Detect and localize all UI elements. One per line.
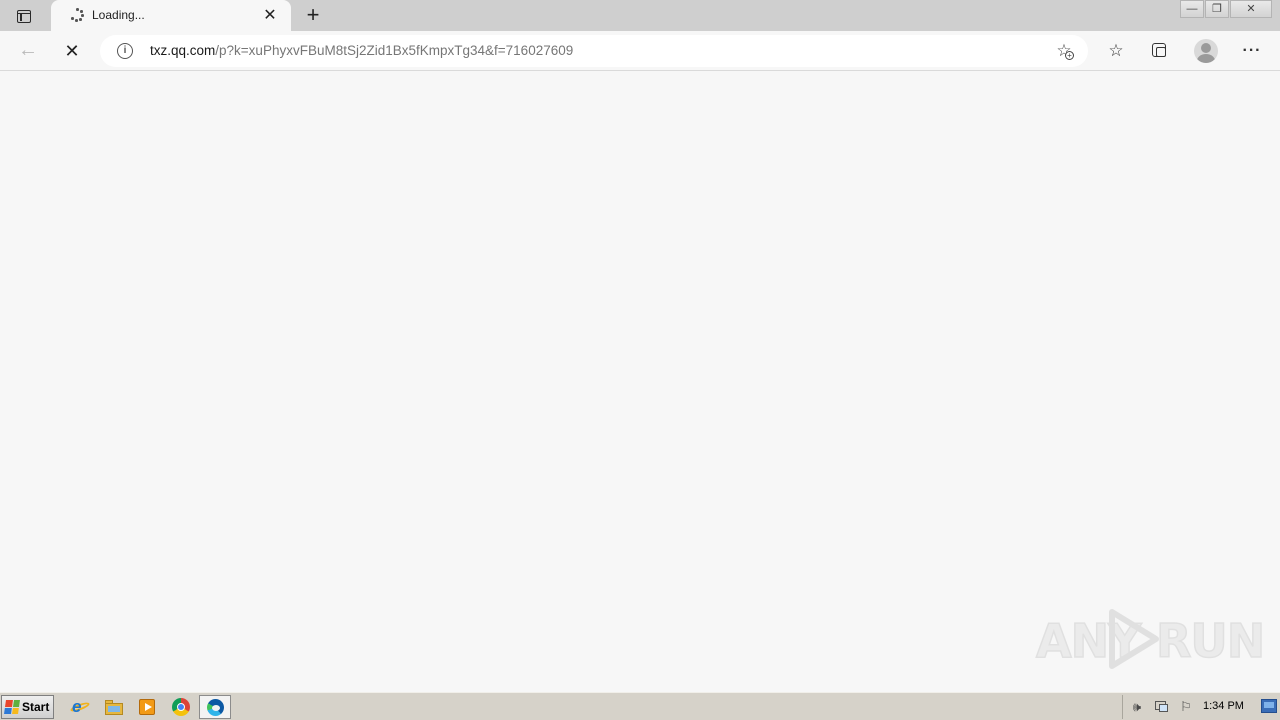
url-path: /p?k=xuPhyxvFBuM8tSj2Zid1Bx5fKmpxTg34&f=… — [215, 43, 574, 58]
site-info-icon[interactable]: i — [117, 43, 133, 59]
network-icon[interactable] — [1153, 700, 1169, 714]
taskbar: Start e 🕪 ⚐ 1:34 PM — [0, 692, 1280, 720]
internet-explorer-icon[interactable]: e — [69, 697, 91, 717]
avatar-body-icon — [1197, 54, 1215, 63]
show-desktop-icon[interactable] — [1261, 699, 1277, 713]
tab-strip: Loading... ✕ + — ❐ ✕ — [0, 0, 1280, 32]
settings-more-button[interactable]: ··· — [1241, 40, 1263, 62]
tab-close-button[interactable]: ✕ — [261, 7, 279, 25]
volume-icon[interactable]: 🕪 — [1129, 700, 1145, 714]
tab-actions-button[interactable] — [9, 6, 39, 26]
active-tab[interactable]: Loading... ✕ — [51, 0, 291, 32]
browser-toolbar: ← ✕ i txz.qq.com/p?k=xuPhyxvFBuM8tSj2Zid… — [0, 31, 1280, 71]
favorites-button[interactable]: ☆ — [1105, 40, 1127, 62]
collections-icon-inner — [1156, 47, 1166, 57]
minimize-button[interactable]: — — [1180, 0, 1204, 18]
anyrun-watermark: ANY RUN — [1035, 604, 1266, 674]
loading-spinner-icon — [70, 8, 84, 22]
restore-button[interactable]: ❐ — [1205, 0, 1229, 18]
window-controls: — ❐ ✕ — [1179, 0, 1272, 18]
url-host: txz.qq.com — [150, 43, 216, 58]
tab-actions-icon — [17, 9, 31, 23]
add-favorite-icon[interactable]: ☆ + — [1054, 41, 1074, 61]
collections-button[interactable] — [1149, 40, 1171, 62]
windows-logo-icon — [4, 700, 20, 714]
edge-taskbar-button[interactable] — [199, 695, 231, 719]
media-player-icon[interactable] — [137, 697, 157, 717]
address-bar[interactable]: i txz.qq.com/p?k=xuPhyxvFBuM8tSj2Zid1Bx5… — [100, 35, 1088, 67]
url-text[interactable]: txz.qq.com/p?k=xuPhyxvFBuM8tSj2Zid1Bx5fK… — [150, 43, 573, 58]
avatar-head-icon — [1201, 43, 1211, 53]
plus-badge-icon: + — [1065, 51, 1074, 60]
action-center-flag-icon[interactable]: ⚐ — [1178, 700, 1194, 714]
start-button[interactable]: Start — [1, 695, 54, 719]
clock[interactable]: 1:34 PM — [1203, 700, 1244, 712]
edge-icon — [207, 699, 224, 716]
file-explorer-icon[interactable] — [104, 697, 124, 717]
window-close-button[interactable]: ✕ — [1230, 0, 1272, 18]
new-tab-button[interactable]: + — [302, 4, 324, 27]
page-content — [0, 71, 1280, 692]
watermark-text-right: RUN — [1155, 613, 1266, 669]
system-tray: 🕪 ⚐ 1:34 PM — [1122, 695, 1278, 719]
play-logo-icon — [1109, 609, 1159, 669]
back-button[interactable]: ← — [15, 39, 41, 63]
chrome-icon[interactable] — [171, 697, 191, 717]
profile-avatar[interactable] — [1194, 39, 1218, 63]
stop-loading-button[interactable]: ✕ — [59, 39, 85, 63]
start-label: Start — [22, 700, 50, 714]
tab-title: Loading... — [92, 8, 145, 22]
